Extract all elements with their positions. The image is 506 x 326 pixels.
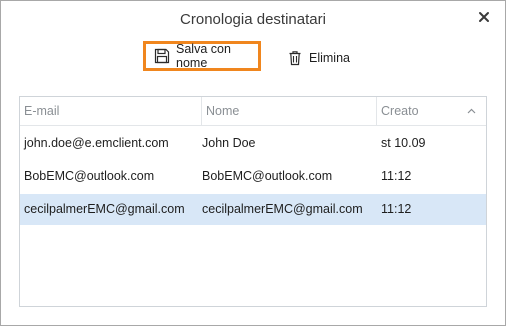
recipient-history-dialog: Cronologia destinatari Salva con nome El… — [0, 0, 506, 326]
row-email: cecilpalmerEMC@gmail.com — [24, 202, 185, 216]
close-icon[interactable] — [477, 10, 491, 24]
save-as-button[interactable]: Salva con nome — [143, 41, 261, 71]
save-as-label: Salva con nome — [176, 42, 231, 70]
row-name: BobEMC@outlook.com — [202, 169, 333, 183]
floppy-disk-icon — [154, 48, 170, 64]
trash-icon — [287, 50, 303, 66]
table-header: E-mail Nome Creato — [20, 97, 486, 126]
row-name: John Doe — [202, 136, 256, 150]
row-created: 11:12 — [381, 202, 412, 216]
row-email: BobEMC@outlook.com — [24, 169, 155, 183]
row-email: john.doe@e.emclient.com — [24, 136, 169, 150]
dialog-title: Cronologia destinatari — [180, 11, 326, 28]
row-name: cecilpalmerEMC@gmail.com — [202, 202, 363, 216]
column-header-name[interactable]: Nome — [201, 97, 376, 125]
delete-label: Elimina — [309, 51, 350, 65]
recipients-table: E-mail Nome Creato john.doe@e.emclient.c… — [19, 96, 487, 307]
column-header-email[interactable]: E-mail — [24, 97, 198, 125]
column-header-created[interactable]: Creato — [376, 97, 486, 125]
row-created: 11:12 — [381, 169, 412, 183]
table-row[interactable]: BobEMC@outlook.com BobEMC@outlook.com 11… — [20, 161, 486, 192]
table-row-selected[interactable]: cecilpalmerEMC@gmail.com cecilpalmerEMC@… — [20, 194, 486, 225]
row-created: st 10.09 — [381, 136, 426, 150]
toolbar: Salva con nome Elimina — [1, 41, 505, 75]
table-row[interactable]: john.doe@e.emclient.com John Doe st 10.0… — [20, 128, 486, 159]
delete-button[interactable]: Elimina — [287, 49, 350, 67]
column-header-created-label: Creato — [381, 104, 419, 118]
chevron-up-icon — [467, 108, 476, 114]
